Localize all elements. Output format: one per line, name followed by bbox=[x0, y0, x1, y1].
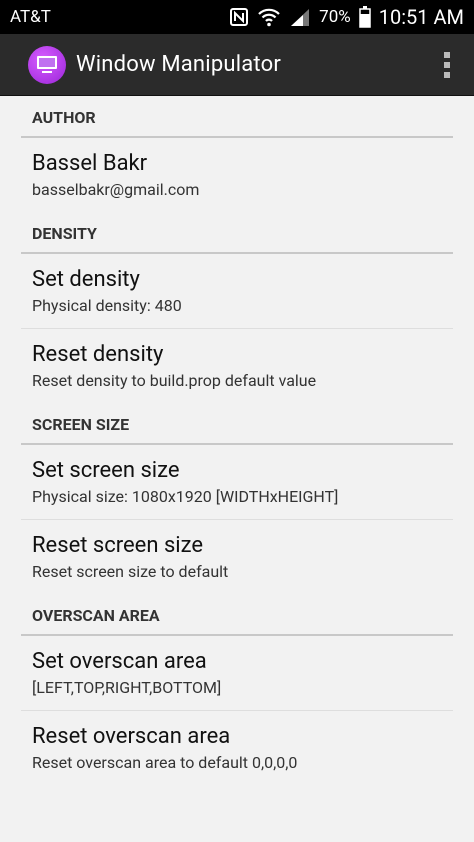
pref-summary: Reset density to build.prop default valu… bbox=[32, 371, 317, 390]
pref-title: Reset density bbox=[32, 342, 164, 367]
monitor-icon[interactable] bbox=[28, 45, 66, 84]
section-header-author: AUTHOR bbox=[21, 96, 453, 138]
pref-title: Set density bbox=[32, 267, 140, 292]
section-header-overscan: OVERSCAN AREA bbox=[21, 594, 453, 636]
status-icons: 70% 10:51 AM bbox=[229, 5, 464, 29]
pref-title: Reset screen size bbox=[32, 533, 204, 558]
pref-set-overscan[interactable]: Set overscan area [LEFT,TOP,RIGHT,BOTTOM… bbox=[21, 636, 453, 711]
battery-icon bbox=[358, 6, 371, 28]
nfc-icon bbox=[229, 7, 249, 27]
pref-set-density[interactable]: Set density Physical density: 480 bbox=[21, 254, 453, 329]
action-bar: Window Manipulator bbox=[0, 34, 474, 96]
signal-icon bbox=[289, 7, 311, 27]
section-header-density: DENSITY bbox=[21, 212, 453, 254]
pref-author[interactable]: Bassel Bakr basselbakr@gmail.com bbox=[21, 138, 453, 212]
clock: 10:51 AM bbox=[378, 5, 464, 29]
pref-summary: Reset overscan area to default 0,0,0,0 bbox=[32, 753, 298, 772]
pref-summary: basselbakr@gmail.com bbox=[32, 180, 200, 199]
pref-set-screen-size[interactable]: Set screen size Physical size: 1080x1920… bbox=[21, 445, 453, 520]
pref-title: Reset overscan area bbox=[32, 724, 231, 749]
pref-summary: [LEFT,TOP,RIGHT,BOTTOM] bbox=[32, 678, 222, 697]
pref-title: Bassel Bakr bbox=[32, 151, 148, 176]
pref-reset-density[interactable]: Reset density Reset density to build.pro… bbox=[21, 329, 453, 403]
wifi-icon bbox=[257, 7, 281, 27]
preferences-list: AUTHOR Bassel Bakr basselbakr@gmail.com … bbox=[0, 96, 474, 785]
status-bar: AT&T 70% 10:51 AM bbox=[0, 0, 474, 34]
section-header-screen-size: SCREEN SIZE bbox=[21, 403, 453, 445]
pref-reset-overscan[interactable]: Reset overscan area Reset overscan area … bbox=[21, 711, 453, 785]
battery-percent: 70% bbox=[319, 7, 351, 27]
app-title: Window Manipulator bbox=[76, 52, 282, 77]
pref-title: Set screen size bbox=[32, 458, 180, 483]
pref-summary: Physical density: 480 bbox=[32, 296, 182, 315]
pref-summary: Reset screen size to default bbox=[32, 562, 229, 581]
pref-title: Set overscan area bbox=[32, 649, 207, 674]
overflow-menu-icon[interactable] bbox=[432, 45, 462, 85]
carrier-label: AT&T bbox=[10, 7, 51, 27]
pref-summary: Physical size: 1080x1920 [WIDTHxHEIGHT] bbox=[32, 487, 339, 506]
pref-reset-screen-size[interactable]: Reset screen size Reset screen size to d… bbox=[21, 520, 453, 594]
